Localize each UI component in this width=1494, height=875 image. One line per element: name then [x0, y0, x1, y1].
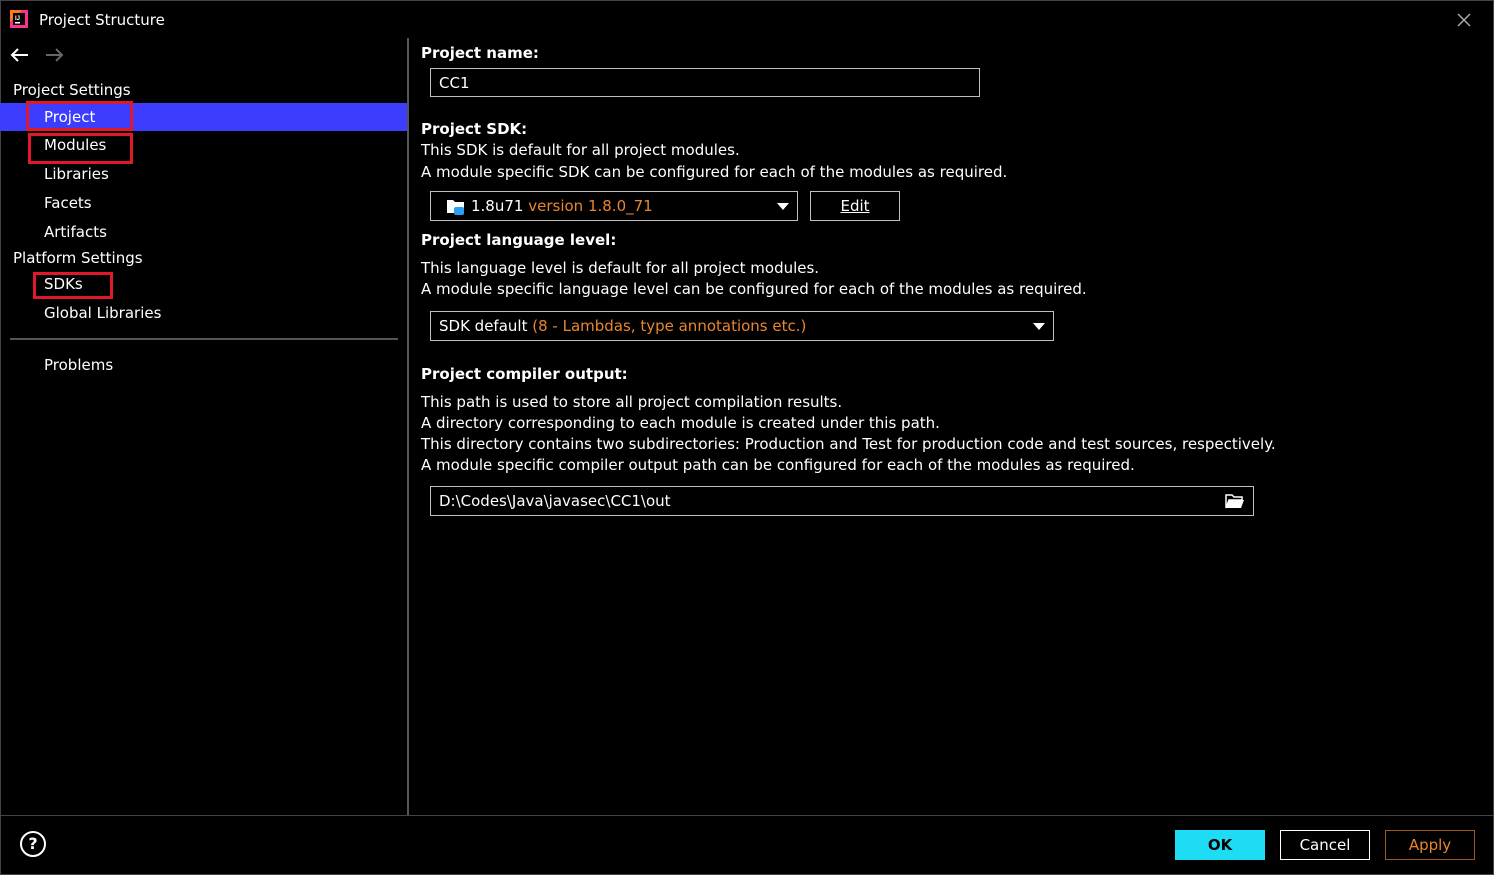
language-description-1: This language level is default for all p… — [421, 259, 820, 277]
footer-divider — [0, 815, 1494, 816]
sidebar-item-label: Project — [44, 108, 96, 126]
sidebar-item-label: Artifacts — [44, 223, 107, 241]
compiler-output-value: D:\Codes\Java\javasec\CC1\out — [439, 492, 671, 510]
close-icon[interactable] — [1455, 11, 1473, 29]
panel-splitter[interactable] — [407, 38, 409, 815]
output-description-1: This path is used to store all project c… — [421, 393, 843, 411]
sidebar-item-label: Facets — [44, 194, 92, 212]
title-bar: IJ Project Structure — [0, 0, 1494, 40]
project-name-label: Project name: — [421, 44, 539, 62]
language-description-2: A module specific language level can be … — [421, 280, 1087, 298]
sdk-description-1: This SDK is default for all project modu… — [421, 141, 740, 159]
sdk-edit-button[interactable]: Edit — [810, 191, 900, 221]
project-name-value: CC1 — [439, 74, 470, 92]
ok-button[interactable]: OK — [1175, 830, 1265, 860]
dropdown-arrow-icon — [777, 203, 789, 210]
sidebar-item-modules[interactable]: Modules — [0, 131, 407, 159]
sdk-select[interactable]: 1.8u71 version 1.8.0_71 — [430, 191, 798, 221]
project-settings-header: Project Settings — [13, 81, 131, 99]
svg-text:IJ: IJ — [15, 16, 20, 22]
folder-open-icon[interactable] — [1225, 493, 1245, 510]
compiler-output-input[interactable]: D:\Codes\Java\javasec\CC1\out — [430, 486, 1254, 516]
sidebar-divider — [10, 338, 398, 340]
intellij-app-icon: IJ — [10, 10, 28, 28]
sidebar-item-label: Problems — [44, 356, 114, 374]
language-level-label: Project language level: — [421, 231, 617, 249]
sidebar-item-sdks[interactable]: SDKs — [0, 270, 407, 298]
help-icon[interactable]: ? — [20, 831, 46, 857]
compiler-output-label: Project compiler output: — [421, 365, 628, 383]
sdk-description-2: A module specific SDK can be configured … — [421, 163, 1008, 181]
output-description-2: A directory corresponding to each module… — [421, 414, 940, 432]
sidebar-item-label: Modules — [44, 136, 107, 154]
language-level-value: SDK default (8 - Lambdas, type annotatio… — [439, 317, 807, 335]
cancel-button[interactable]: Cancel — [1280, 830, 1370, 860]
sidebar-item-label: Global Libraries — [44, 304, 162, 322]
sidebar-item-artifacts[interactable]: Artifacts — [0, 218, 407, 246]
sidebar-item-problems[interactable]: Problems — [0, 351, 407, 379]
project-sdk-label: Project SDK: — [421, 120, 528, 138]
output-description-3: This directory contains two subdirectori… — [421, 435, 1276, 453]
forward-arrow-icon[interactable] — [43, 45, 65, 65]
sdk-select-value: 1.8u71 version 1.8.0_71 — [471, 197, 653, 215]
output-description-4: A module specific compiler output path c… — [421, 456, 1135, 474]
dropdown-arrow-icon — [1033, 323, 1045, 330]
window-title: Project Structure — [39, 11, 165, 29]
back-arrow-icon[interactable] — [9, 45, 31, 65]
apply-button[interactable]: Apply — [1385, 830, 1475, 860]
sidebar-item-facets[interactable]: Facets — [0, 189, 407, 217]
language-level-select[interactable]: SDK default (8 - Lambdas, type annotatio… — [430, 311, 1054, 341]
sidebar-item-label: Libraries — [44, 165, 109, 183]
sidebar-item-project[interactable]: Project — [0, 103, 407, 131]
sidebar-item-label: SDKs — [44, 275, 83, 293]
sidebar-item-libraries[interactable]: Libraries — [0, 160, 407, 188]
sidebar-item-global-libraries[interactable]: Global Libraries — [0, 299, 407, 327]
platform-settings-header: Platform Settings — [13, 249, 143, 267]
project-name-input[interactable]: CC1 — [430, 68, 980, 97]
sdk-folder-icon — [447, 200, 464, 215]
